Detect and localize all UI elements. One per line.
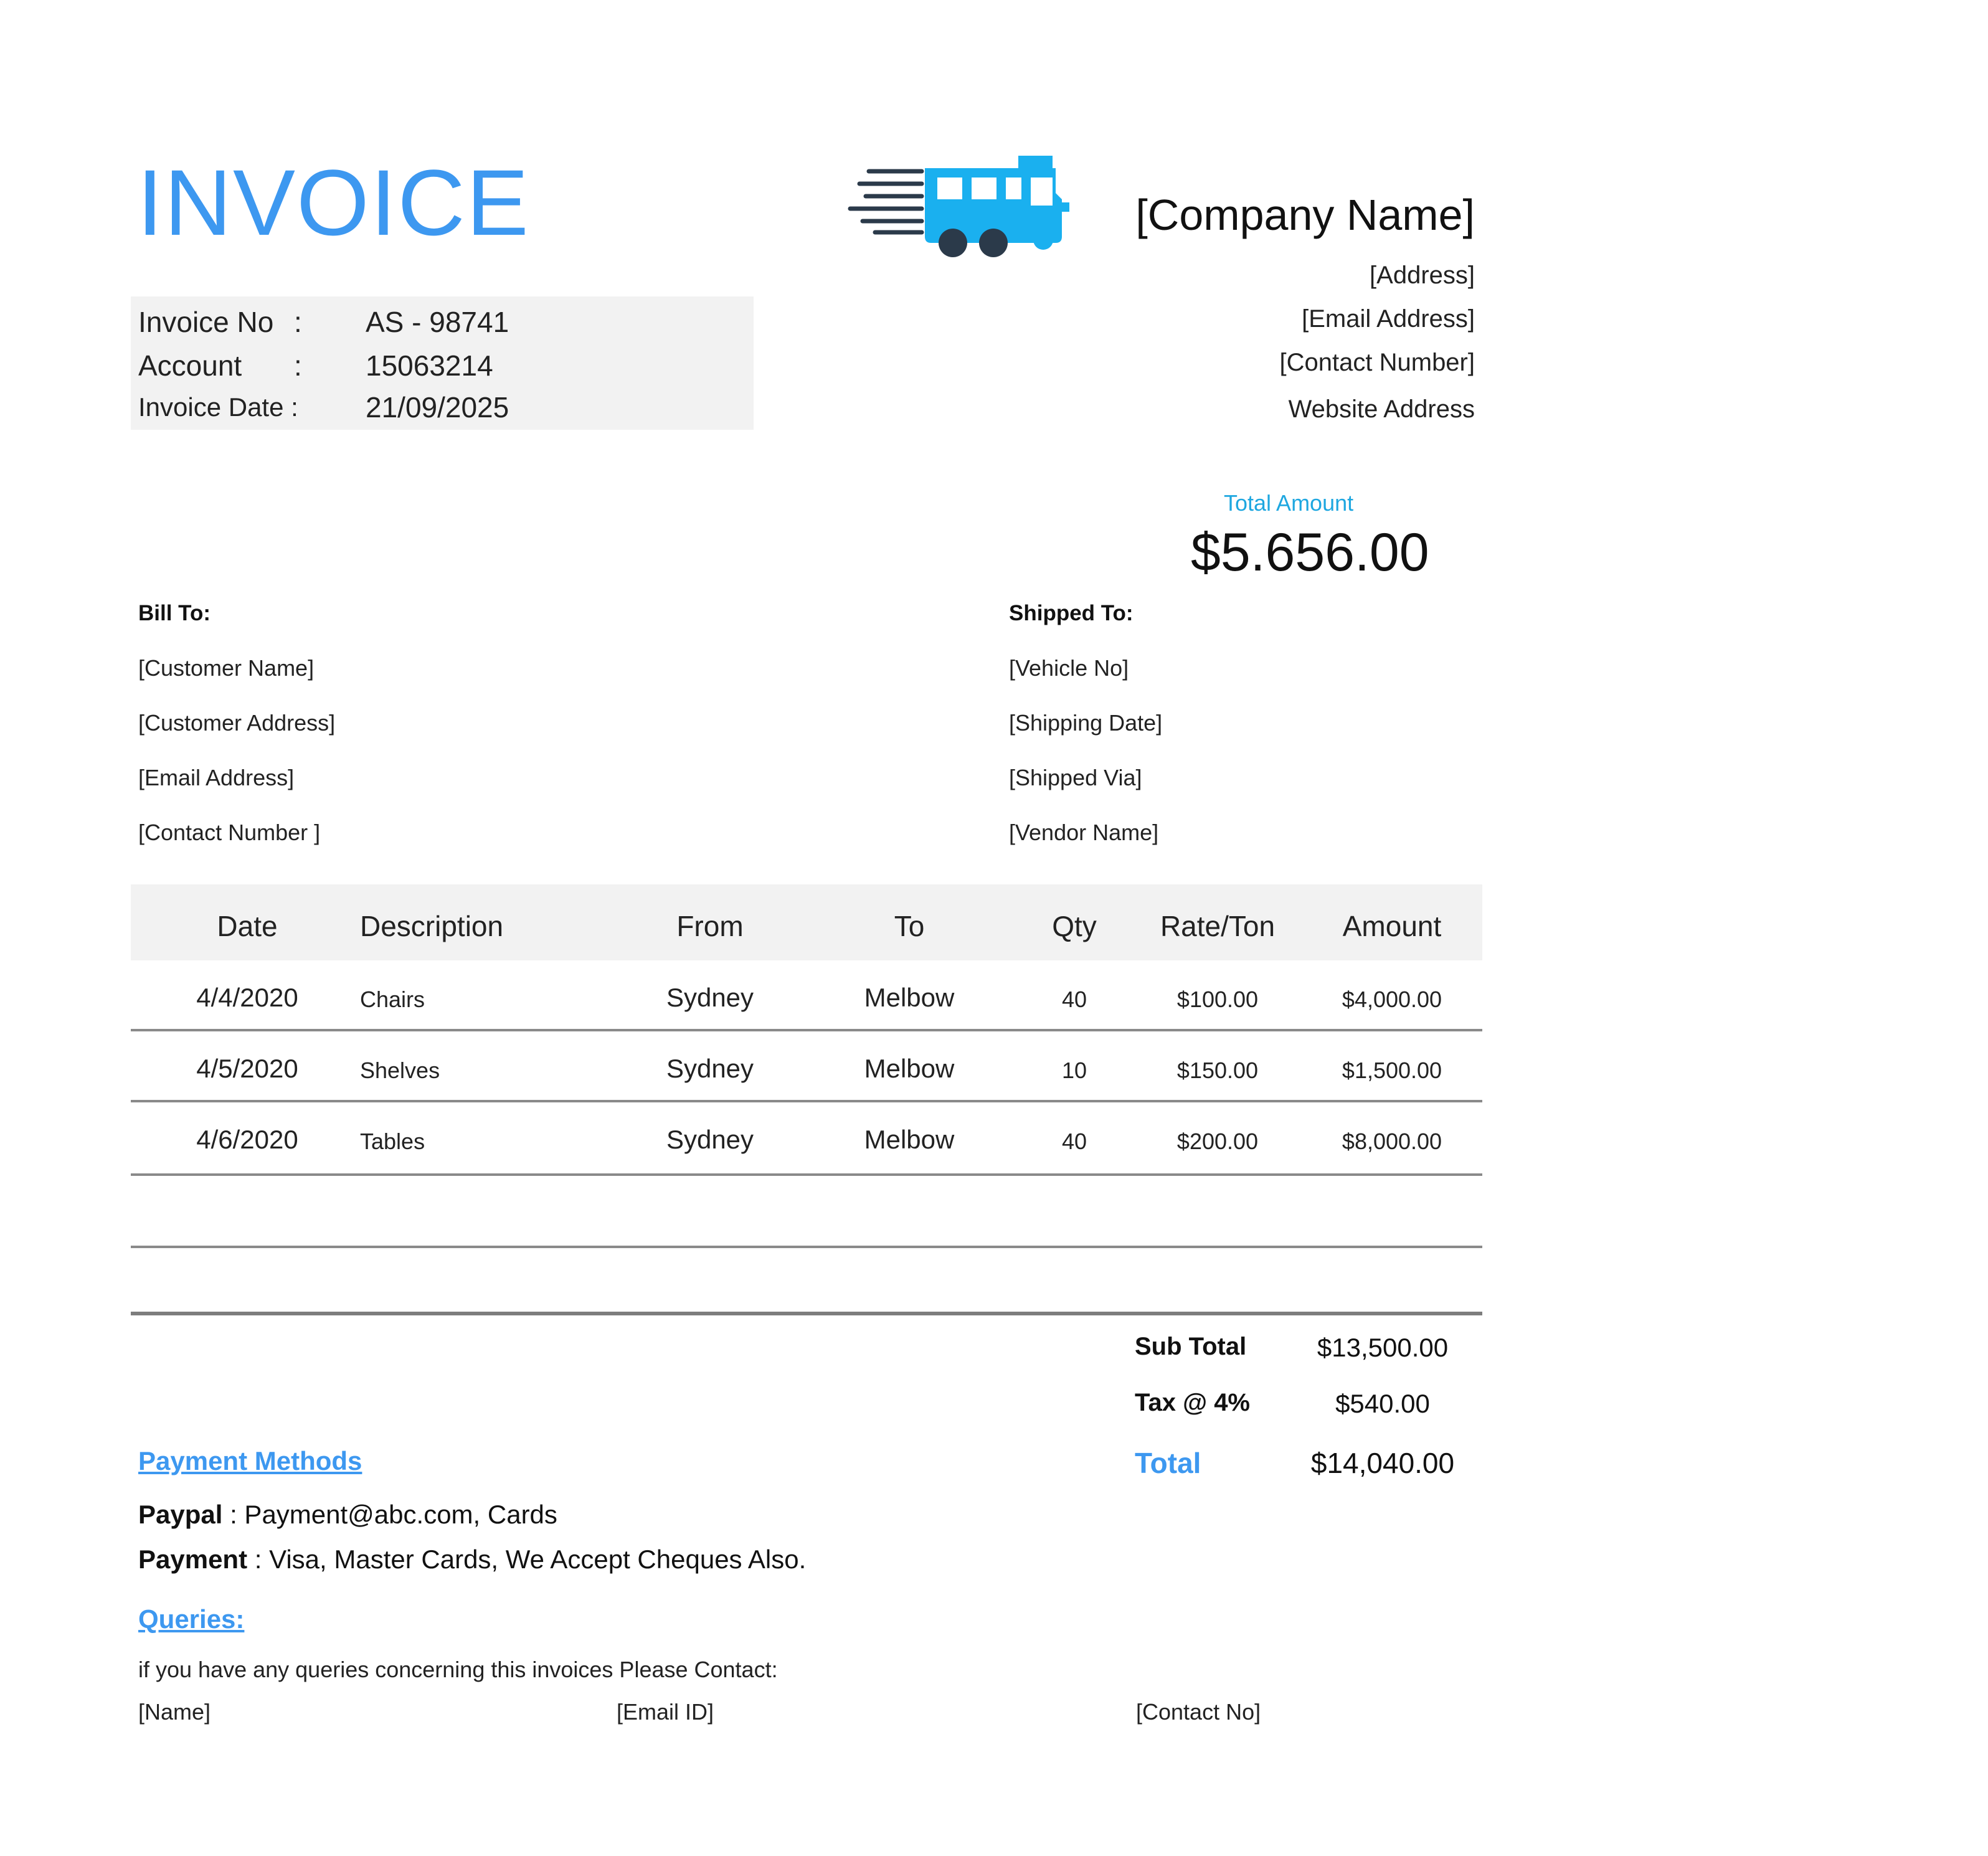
payment-line: Payment : Visa, Master Cards, We Accept …	[138, 1545, 806, 1574]
company-website: Website Address	[1288, 395, 1475, 423]
shipped-to-heading: Shipped To:	[1009, 601, 1134, 625]
payment-methods-heading: Payment Methods	[138, 1446, 362, 1475]
total-value: $14,040.00	[1310, 1447, 1455, 1479]
cell-date: 4/4/2020	[196, 983, 298, 1012]
column-header-qty: Qty	[1052, 910, 1097, 942]
cell-description: Chairs	[360, 987, 425, 1012]
queries-contact: [Contact No]	[1136, 1699, 1261, 1725]
cell-date: 4/6/2020	[196, 1125, 298, 1154]
table-row: 4/4/2020 Chairs Sydney Melbow 40 $100.00…	[131, 960, 1482, 1031]
column-header-rate: Rate/Ton	[1160, 910, 1276, 942]
invoice-date-label: Invoice Date :	[138, 392, 298, 422]
company-email: [Email Address]	[1302, 305, 1475, 333]
cell-from: Sydney	[666, 1054, 754, 1083]
cell-to: Melbow	[864, 1054, 955, 1083]
table-bottom-rule	[131, 1312, 1482, 1315]
shipped-to-shipped-via: [Shipped Via]	[1009, 765, 1142, 790]
table-row: 4/5/2020 Shelves Sydney Melbow 10 $150.0…	[131, 1031, 1482, 1102]
cell-description: Shelves	[360, 1058, 440, 1083]
invoice-date-value: 21/09/2025	[366, 391, 509, 424]
company-address: [Address]	[1370, 262, 1475, 289]
total-amount-label: Total Amount	[1224, 490, 1354, 516]
cell-qty: 40	[1061, 1129, 1087, 1154]
queries-email: [Email ID]	[617, 1699, 714, 1725]
payment-value: : Visa, Master Cards, We Accept Cheques …	[247, 1545, 807, 1574]
column-header-description: Description	[360, 910, 504, 942]
cell-to: Melbow	[864, 1125, 955, 1154]
column-header-to: To	[894, 910, 925, 942]
cell-qty: 10	[1061, 1058, 1087, 1083]
cell-amount: $4,000.00	[1342, 987, 1442, 1012]
bill-to-email: [Email Address]	[138, 765, 295, 790]
bill-to-heading: Bill To:	[138, 601, 211, 625]
items-table: Date Description From To Qty Rate/Ton Am…	[131, 884, 1482, 1248]
shipped-to-vendor-name: [Vendor Name]	[1009, 820, 1159, 845]
paypal-label: Paypal	[138, 1500, 223, 1529]
subtotal-label: Sub Total	[1135, 1333, 1247, 1360]
cell-amount: $8,000.00	[1342, 1129, 1442, 1154]
cell-from: Sydney	[666, 1125, 754, 1154]
bill-to-contact: [Contact Number ]	[138, 820, 321, 845]
subtotal-value: $13,500.00	[1317, 1333, 1449, 1362]
account-value: 15063214	[366, 349, 493, 382]
invoice-no-value: AS - 98741	[366, 306, 509, 338]
column-header-date: Date	[217, 910, 278, 942]
payment-label: Payment	[138, 1545, 248, 1574]
colon: :	[294, 306, 302, 338]
shipped-to-shipping-date: [Shipping Date]	[1009, 710, 1163, 736]
column-header-from: From	[676, 910, 744, 942]
cell-rate: $200.00	[1176, 1129, 1259, 1154]
cell-qty: 40	[1061, 987, 1087, 1012]
truck-icon	[844, 149, 1087, 262]
bill-to-customer-address: [Customer Address]	[138, 710, 336, 736]
queries-heading: Queries:	[138, 1604, 245, 1634]
paypal-value: : Payment@abc.com, Cards	[222, 1500, 557, 1529]
total-label: Total	[1135, 1447, 1201, 1479]
cell-from: Sydney	[666, 983, 754, 1012]
invoice-meta-box: Invoice No : AS - 98741 Account : 150632…	[131, 296, 754, 430]
cell-date: 4/5/2020	[196, 1054, 298, 1083]
shipped-to-vehicle-no: [Vehicle No]	[1009, 655, 1129, 681]
column-header-amount: Amount	[1342, 910, 1442, 942]
cell-amount: $1,500.00	[1342, 1058, 1442, 1083]
company-name: [Company Name]	[1135, 191, 1475, 239]
cell-rate: $100.00	[1176, 987, 1259, 1012]
paypal-line: Paypal : Payment@abc.com, Cards	[138, 1500, 557, 1530]
queries-name: [Name]	[138, 1699, 211, 1725]
tax-value: $540.00	[1335, 1389, 1430, 1418]
company-contact: [Contact Number]	[1279, 349, 1475, 376]
queries-text: if you have any queries concerning this …	[138, 1657, 778, 1682]
cell-description: Tables	[360, 1129, 425, 1154]
bill-to-customer-name: [Customer Name]	[138, 655, 315, 681]
tax-label: Tax @ 4%	[1135, 1389, 1250, 1416]
table-row: 4/6/2020 Tables Sydney Melbow 40 $200.00…	[131, 1102, 1482, 1176]
total-amount-value: $5.656.00	[1191, 523, 1429, 582]
table-row-empty	[131, 1176, 1482, 1248]
cell-to: Melbow	[864, 983, 955, 1012]
table-header: Date Description From To Qty Rate/Ton Am…	[131, 884, 1482, 960]
cell-rate: $150.00	[1176, 1058, 1259, 1083]
invoice-no-label: Invoice No	[138, 306, 274, 338]
invoice-title: INVOICE	[137, 150, 530, 255]
account-label: Account	[138, 349, 242, 382]
colon: :	[294, 349, 302, 382]
